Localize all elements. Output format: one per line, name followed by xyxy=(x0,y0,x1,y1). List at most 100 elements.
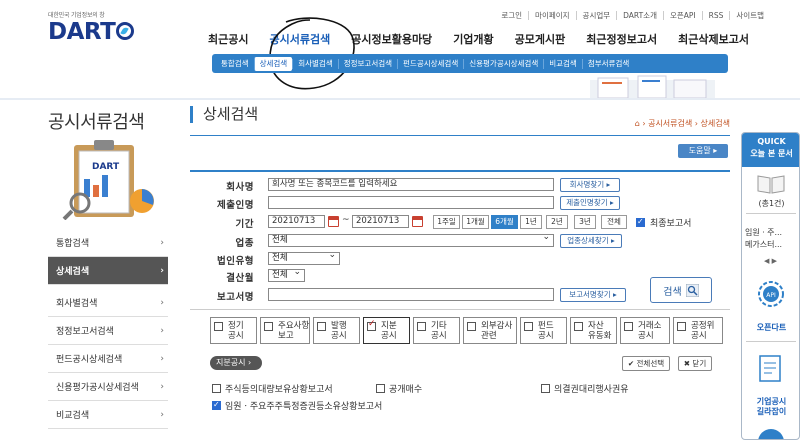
industry-find-button[interactable]: 업종상세찾기 ▸ xyxy=(560,234,622,248)
category-line1: 발행 xyxy=(331,321,347,331)
gnb-company-overview[interactable]: 기업개황 xyxy=(453,31,493,47)
lnb-item-credit[interactable]: 신용평가공시상세검색 › xyxy=(48,373,168,401)
guide-label-1[interactable]: 기업공시 xyxy=(742,397,799,407)
option-tender-offer[interactable]: 공개매수 xyxy=(376,382,422,395)
subnav-credit-detail[interactable]: 신용평가공시상세검색 xyxy=(463,58,543,69)
period-1month-button[interactable]: 1개월 xyxy=(462,215,489,229)
period-1year-button[interactable]: 1년 xyxy=(520,215,542,229)
quick-pager-icon[interactable]: ◀ ▶ xyxy=(764,257,777,265)
lnb-title: 공시서류검색 xyxy=(48,112,145,133)
util-disclosure-work[interactable]: 공시업무 xyxy=(575,11,617,20)
util-open-api[interactable]: 오픈API xyxy=(662,11,702,20)
category-checkbox[interactable] xyxy=(264,322,273,331)
subnav-corrections[interactable]: 정정보고서검색 xyxy=(337,58,397,69)
category-equity[interactable]: ✓ 지분 공시 xyxy=(363,317,410,344)
api-icon[interactable]: API xyxy=(756,279,786,309)
option-executive-holding[interactable]: 임원ㆍ주요주주특정증권등소유상황보고서 xyxy=(212,399,382,412)
fiscal-month-select[interactable]: 전체 xyxy=(268,267,305,282)
recent-doc-2[interactable]: 메가스터... xyxy=(742,240,799,250)
date-to-input[interactable]: 20210713 xyxy=(352,215,409,228)
category-ftc[interactable]: 공정위 공시 xyxy=(673,317,723,344)
period-2year-button[interactable]: 2년 xyxy=(546,215,568,229)
company-input[interactable]: 회사명 또는 종목코드를 입력하세요 xyxy=(268,178,554,191)
quick-panel: QUICK 오늘 본 문서 (총1건) 임원ㆍ주... 메가스터... ◀ ▶ … xyxy=(741,132,800,440)
gnb-recent-corrections[interactable]: 최근정정보고서 xyxy=(586,31,657,47)
lnb-item-integrated[interactable]: 통합검색 › xyxy=(48,229,168,257)
report-find-button[interactable]: 보고서명찾기 ▸ xyxy=(560,288,626,302)
dart-logo[interactable]: 대한민국 기업정보의 창 DART xyxy=(48,10,158,50)
util-mypage[interactable]: 마이페이지 xyxy=(528,11,576,20)
company-find-button[interactable]: 회사명찾기 ▸ xyxy=(560,178,620,192)
industry-select[interactable]: 전체 xyxy=(268,232,554,247)
subnav-compare[interactable]: 비교검색 xyxy=(543,58,582,69)
book-icon xyxy=(757,175,785,194)
subnav-detail[interactable]: 상세검색 xyxy=(253,56,293,71)
util-sitemap[interactable]: 사이트맵 xyxy=(729,11,770,20)
submitter-input[interactable] xyxy=(268,196,554,209)
open-dart-label[interactable]: 오픈다트 xyxy=(742,323,799,333)
option-checkbox[interactable] xyxy=(541,384,550,393)
category-fund[interactable]: 펀드 공시 xyxy=(520,317,567,344)
breadcrumb-item[interactable]: 공시서류검색 xyxy=(648,119,692,128)
gnb-info-usage[interactable]: 공시정보활용마당 xyxy=(351,31,432,47)
lnb-item-by-company[interactable]: 회사별검색 › xyxy=(48,289,168,317)
category-checkbox[interactable] xyxy=(214,322,223,331)
home-icon[interactable]: ⌂ xyxy=(635,119,640,128)
guide-book-icon[interactable] xyxy=(757,353,785,383)
recent-doc-1[interactable]: 임원ㆍ주... xyxy=(742,228,799,238)
category-major-report[interactable]: 주요사항 보고 xyxy=(260,317,310,344)
category-abs[interactable]: 자산 유동화 xyxy=(570,317,617,344)
category-checkbox[interactable] xyxy=(624,322,633,331)
calendar-from-icon[interactable] xyxy=(328,216,339,227)
search-button[interactable]: 검색 xyxy=(650,277,712,303)
lnb-item-corrections[interactable]: 정정보고서검색 › xyxy=(48,317,168,345)
api-icon-text: API xyxy=(766,292,776,299)
category-external-audit[interactable]: 외부감사 관련 xyxy=(463,317,517,344)
category-checkbox[interactable] xyxy=(524,322,533,331)
category-checkbox[interactable] xyxy=(574,322,583,331)
calendar-to-icon[interactable] xyxy=(412,216,423,227)
subnav-fund-detail[interactable]: 펀드공시상세검색 xyxy=(397,58,463,69)
option-checkbox[interactable] xyxy=(212,384,221,393)
option-proxy[interactable]: 의결권대리행사권유 xyxy=(541,382,629,395)
guide-label-2[interactable]: 길라잡이 xyxy=(742,407,799,417)
date-from-input[interactable]: 20210713 xyxy=(268,215,325,228)
gnb-recent-disclosure[interactable]: 최근공시 xyxy=(208,31,248,47)
period-1week-button[interactable]: 1주일 xyxy=(433,215,460,229)
corp-type-select[interactable]: 전체 xyxy=(268,250,340,265)
period-6month-button[interactable]: 6개월 xyxy=(491,215,518,229)
option-checkbox[interactable] xyxy=(376,384,385,393)
period-all-button[interactable]: 전체 xyxy=(601,215,627,229)
util-rss[interactable]: RSS xyxy=(701,11,730,20)
category-other[interactable]: 기타 공시 xyxy=(413,317,460,344)
gnb-recent-deletions[interactable]: 최근삭제보고서 xyxy=(678,31,749,47)
magnifier-icon xyxy=(685,283,699,297)
period-3year-button[interactable]: 3년 xyxy=(574,215,596,229)
final-report-checkbox[interactable] xyxy=(636,217,645,227)
option-checkbox[interactable] xyxy=(212,400,221,410)
subnav-attachments[interactable]: 첨부서류검색 xyxy=(581,58,634,69)
lnb-item-compare[interactable]: 비교검색 › xyxy=(48,401,168,429)
category-checkbox[interactable] xyxy=(677,322,686,331)
category-line1: 주요사항 xyxy=(278,321,310,331)
report-name-input[interactable] xyxy=(268,288,554,301)
scroll-top-icon[interactable] xyxy=(758,429,784,439)
option-large-holding[interactable]: 주식등의대량보유상황보고서 xyxy=(212,382,333,395)
category-issuance[interactable]: 발행 공시 xyxy=(313,317,360,344)
help-button[interactable]: 도움말 ▸ xyxy=(678,144,728,158)
util-login[interactable]: 로그인 xyxy=(495,11,528,20)
submitter-find-button[interactable]: 제출인명찾기 ▸ xyxy=(560,196,620,210)
category-checkbox[interactable] xyxy=(417,322,426,331)
category-exchange[interactable]: 거래소 공시 xyxy=(620,317,670,344)
category-periodic[interactable]: 정기 공시 xyxy=(210,317,257,344)
category-checkbox[interactable] xyxy=(317,322,326,331)
gnb-offering-board[interactable]: 공모게시판 xyxy=(515,31,566,47)
select-all-button[interactable]: ✔ 전체선택 xyxy=(622,356,670,371)
lnb-item-detail[interactable]: 상세검색 › xyxy=(48,257,168,285)
lnb-item-fund[interactable]: 펀드공시상세검색 › xyxy=(48,345,168,373)
subnav-by-company[interactable]: 회사별검색 xyxy=(292,58,338,69)
close-button[interactable]: ✖ 닫기 xyxy=(678,356,712,371)
category-checkbox[interactable] xyxy=(467,322,476,331)
util-dart-intro[interactable]: DART소개 xyxy=(616,11,663,20)
subnav-integrated[interactable]: 통합검색 xyxy=(216,59,254,69)
